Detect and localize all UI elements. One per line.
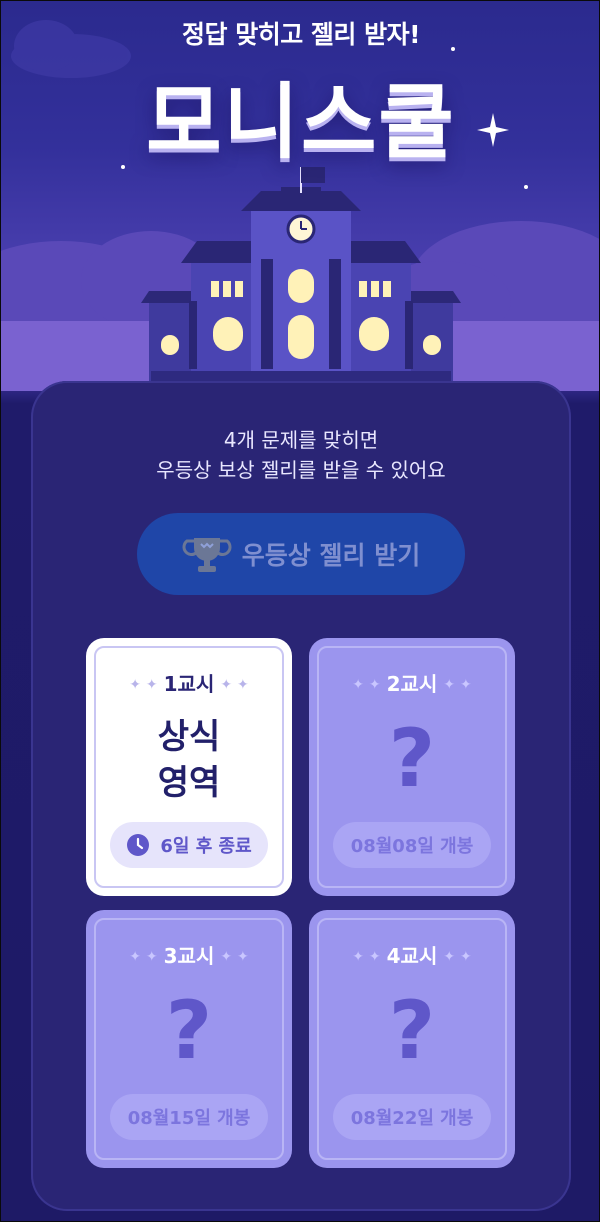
period-label: 2교시: [386, 672, 438, 696]
question-mark-icon: ?: [165, 984, 213, 1077]
sparkle-icon: ✦ ✦: [352, 677, 381, 693]
panel-description: 4개 문제를 맞히면 우등상 보상 젤리를 받을 수 있어요: [31, 425, 571, 485]
question-mark-icon: ?: [388, 712, 436, 805]
status-pill: 6일 후 종료: [110, 822, 268, 868]
tagline: 정답 맞히고 젤리 받자!: [181, 20, 421, 49]
description-line-2: 우등상 보상 젤리를 받을 수 있어요: [156, 458, 446, 482]
card-period: ✦ ✦ 4교시 ✦ ✦: [309, 940, 515, 969]
claim-jelly-button[interactable]: 우등상 젤리 받기: [137, 513, 465, 595]
status-pill: 08월08일 개봉: [333, 822, 491, 868]
sparkle-icon: ✦ ✦: [129, 677, 158, 693]
hero-banner: 정답 맞히고 젤리 받자! 모니스쿨: [1, 1, 599, 391]
period-label: 4교시: [386, 944, 438, 968]
quiz-panel: 4개 문제를 맞히면 우등상 보상 젤리를 받을 수 있어요 우등상 젤리 받기…: [31, 381, 571, 1211]
sparkle-icon: ✦ ✦: [352, 949, 381, 965]
description-line-1: 4개 문제를 맞히면: [223, 428, 379, 452]
subject-line-2: 영역: [157, 763, 221, 803]
app-screen: 정답 맞히고 젤리 받자! 모니스쿨 4개 문제를 맞히면 우등상 보상 젤리를…: [0, 0, 600, 1222]
period-card-1[interactable]: ✦ ✦ 1교시 ✦ ✦ 상식 영역 6일 후 종료: [86, 638, 292, 896]
status-label: 08월08일 개봉: [350, 836, 474, 857]
period-card-2[interactable]: ✦ ✦ 2교시 ✦ ✦ ? 08월08일 개봉: [309, 638, 515, 896]
period-card-4[interactable]: ✦ ✦ 4교시 ✦ ✦ ? 08월22일 개봉: [309, 910, 515, 1168]
sparkle-icon: ✦ ✦: [443, 677, 472, 693]
sparkle-icon: ✦ ✦: [220, 677, 249, 693]
sparkle-icon: ✦ ✦: [220, 949, 249, 965]
period-label: 3교시: [163, 944, 215, 968]
card-period: ✦ ✦ 3교시 ✦ ✦: [86, 940, 292, 969]
status-pill: 08월22일 개봉: [333, 1094, 491, 1140]
sparkle-icon: ✦ ✦: [129, 949, 158, 965]
status-label: 08월15일 개봉: [127, 1108, 251, 1129]
card-subject: 상식 영역: [86, 714, 292, 806]
card-period: ✦ ✦ 2교시 ✦ ✦: [309, 668, 515, 697]
period-card-3[interactable]: ✦ ✦ 3교시 ✦ ✦ ? 08월15일 개봉: [86, 910, 292, 1168]
status-label: 6일 후 종료: [160, 836, 252, 857]
app-logo: 모니스쿨: [146, 74, 456, 170]
card-period: ✦ ✦ 1교시 ✦ ✦: [86, 668, 292, 697]
subject-line-1: 상식: [157, 717, 221, 757]
sparkle-icon: ✦ ✦: [443, 949, 472, 965]
status-pill: 08월15일 개봉: [110, 1094, 268, 1140]
trophy-icon: [182, 538, 232, 572]
clock-icon: [127, 834, 150, 856]
question-mark-icon: ?: [388, 984, 436, 1077]
status-label: 08월22일 개봉: [350, 1108, 474, 1129]
period-label: 1교시: [163, 672, 215, 696]
claim-button-label: 우등상 젤리 받기: [241, 541, 421, 570]
